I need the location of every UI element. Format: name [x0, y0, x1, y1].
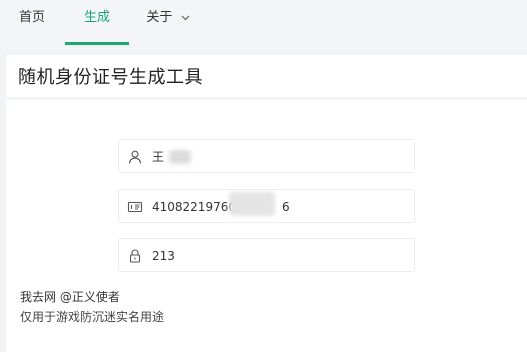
nav-generate[interactable]: 生成 — [65, 0, 129, 45]
id-card-icon — [127, 199, 143, 215]
lock-icon — [127, 248, 143, 264]
usage-note: 仅用于游戏防沉迷实名用途 — [20, 310, 165, 324]
redaction-blur — [169, 150, 191, 164]
verification-code-value: 213 — [152, 249, 175, 263]
nav-home-label: 首页 — [18, 10, 45, 25]
verification-code-field[interactable]: 213 — [118, 238, 415, 272]
id-number-end: 6 — [281, 200, 290, 214]
top-navigation: 首页 生成 关于 — [0, 0, 527, 45]
page-title: 随机身份证号生成工具 — [18, 67, 203, 88]
id-number-field[interactable]: 41082219760 6 — [118, 189, 415, 223]
user-icon — [127, 149, 143, 165]
nav-about-label: 关于 — [146, 10, 173, 25]
generator-panel: 王 41082219760 6 213 我去网 @正义使者 仅用于游戏防沉迷实名… — [6, 100, 527, 352]
active-tab-indicator — [65, 42, 129, 45]
name-field[interactable]: 王 — [118, 139, 415, 173]
name-value: 王 — [152, 150, 165, 164]
nav-home[interactable]: 首页 — [0, 0, 64, 45]
author-credit: 我去网 @正义使者 — [20, 290, 120, 304]
nav-generate-label: 生成 — [83, 10, 110, 25]
nav-about-menu[interactable]: 关于 — [140, 0, 196, 45]
title-bar: 随机身份证号生成工具 — [6, 55, 527, 97]
redaction-blur — [229, 192, 275, 216]
chevron-down-icon — [181, 0, 190, 36]
id-number-start: 41082219760 — [152, 200, 236, 214]
